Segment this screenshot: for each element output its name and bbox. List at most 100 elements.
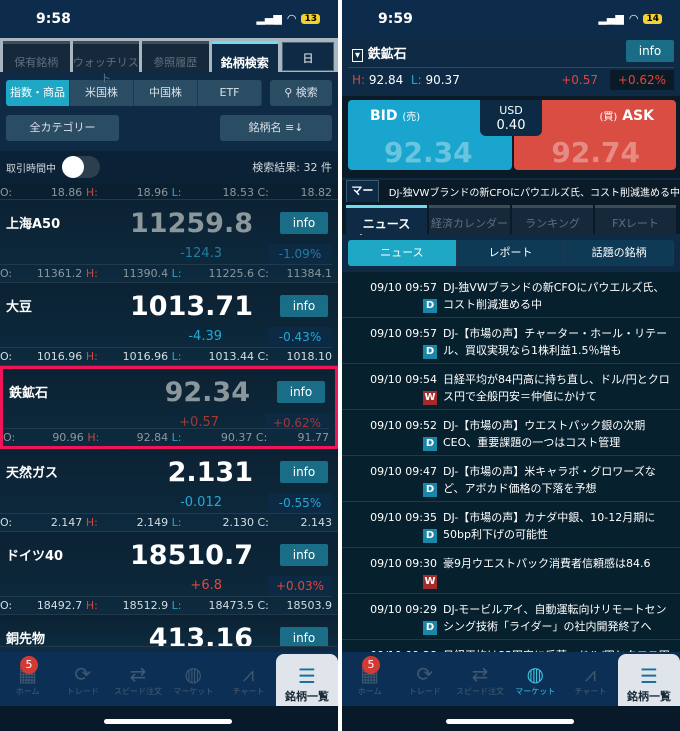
spread-currency: USD xyxy=(499,104,523,117)
info-button[interactable]: info xyxy=(280,627,328,646)
last-price: 1013.71 xyxy=(130,291,253,322)
change-percent: -0.43% xyxy=(268,327,332,347)
tab-label: スピード注文 xyxy=(114,687,162,696)
category-button[interactable]: 全カテゴリー xyxy=(6,115,119,141)
trade-cycle-icon: ⟳ xyxy=(416,662,434,686)
low-value: 18473.5 xyxy=(208,599,255,612)
info-button[interactable]: info xyxy=(280,212,328,234)
open-value: 18492.7 xyxy=(36,599,83,612)
list-search-icon: ☰ xyxy=(640,664,658,688)
news-item[interactable]: 09/10 09:47 D DJ-【市場の声】米キャラボ・グロワーズなど、アボカド価… xyxy=(342,456,680,502)
symbol-name: 上海A50 xyxy=(6,217,61,232)
news-headline: DJ-独VWブランドの新CFOにパウエルズ氏、コスト削減進める中 xyxy=(443,281,665,311)
search-button[interactable]: ⚲ 検索 xyxy=(270,80,332,106)
tab-label: マーケット xyxy=(173,687,214,696)
news-item[interactable]: 09/10 09:57 D DJ-【市場の声】チャーター・ホール・リテール、買収実現… xyxy=(342,318,680,364)
source-badge: D xyxy=(423,345,437,359)
ohlc-row: O: 1016.96 H: 1016.96 L: 1013.44 C: 1018.10 xyxy=(0,347,332,363)
news-headline: DJ-【市場の声】チャーター・ホール・リテール、買収実現なら1株利益1.5％増も xyxy=(443,327,668,357)
segment-index-commodity[interactable]: 指数・商品 xyxy=(6,80,70,106)
close-value: 18503.9 xyxy=(286,599,333,612)
symbol-row[interactable]: 大豆 1013.71 info -4.39 -0.43% O: 1016.96 H:… xyxy=(0,283,338,366)
news-item[interactable]: 09/10 09:35 D DJ-【市場の声】カナダ中銀、10-12月期に50bp利… xyxy=(342,502,680,548)
news-item[interactable]: 09/10 09:52 D DJ-【市場の声】ウエストパック銀の次期CEO、重要課題… xyxy=(342,410,680,456)
subtab-report[interactable]: レポート xyxy=(456,240,566,266)
tab-chart[interactable]: ⩘ チャート xyxy=(221,652,276,706)
tab-label: チャート xyxy=(574,687,607,696)
tab-label: スピード注文 xyxy=(456,687,504,696)
news-headline: DJ-【市場の声】カナダ中銀、10-12月期に50bp利下げの可能性 xyxy=(443,511,656,541)
news-item[interactable]: 09/10 09:29 D DJ-モービルアイ、自動運転向けリモートセンシング技術「… xyxy=(342,594,680,640)
tab-history[interactable]: 参照履歴 xyxy=(142,41,209,72)
news-item[interactable]: 09/10 09:57 D DJ-独VWブランドの新CFOにパウエルズ氏、コスト削減… xyxy=(342,272,680,318)
right-screen: 9:59 ▂▄▆ ◠ 14 ▾ 鉄鉱石 info H: 92.84 L: 90.37… xyxy=(342,0,680,731)
segment-etf[interactable]: ETF xyxy=(198,80,262,106)
tab-symbol-search[interactable]: 銘柄検索 xyxy=(211,41,278,72)
news-headline: DJ-【市場の声】米キャラボ・グロワーズなど、アボカド価格の下落を予想 xyxy=(443,465,656,495)
symbol-name: 鉄鉱石 xyxy=(367,47,407,62)
tab-news[interactable]: ニュース xyxy=(346,205,427,234)
sort-button[interactable]: 銘柄名 ≡↓ xyxy=(220,115,332,141)
tab-globe[interactable]: ◍ マーケット xyxy=(508,652,563,706)
open-label: O: xyxy=(0,267,13,280)
symbol-selector[interactable]: ▾ 鉄鉱石 xyxy=(352,43,407,62)
close-label: C: xyxy=(257,267,269,280)
close-value: 18.82 xyxy=(300,186,333,199)
segment-china-stocks[interactable]: 中国株 xyxy=(134,80,198,106)
tab-list-search[interactable]: ☰ 銘柄一覧 xyxy=(618,654,680,706)
tab-trade-cycle[interactable]: ⟳ トレード xyxy=(55,652,110,706)
tab-home-grid[interactable]: 5 ▦ ホーム xyxy=(0,652,55,706)
info-button[interactable]: info xyxy=(280,544,328,566)
high-value: 2.149 xyxy=(136,516,169,529)
spread: USD 0.40 xyxy=(480,100,542,136)
symbol-row[interactable]: 天然ガス 2.131 info -0.012 -0.55% O: 2.147 H: 2… xyxy=(0,449,338,532)
subtab-trending[interactable]: 話題の銘柄 xyxy=(565,240,674,266)
close-label: C: xyxy=(255,431,268,444)
tab-home-grid[interactable]: 5 ▦ ホーム xyxy=(342,652,397,706)
tab-list-search[interactable]: ☰ 銘柄一覧 xyxy=(276,654,338,706)
status-bar: 9:58 ▂▄▆ ◠ 13 xyxy=(0,0,338,38)
symbol-name: 大豆 xyxy=(6,300,33,315)
source-badge: W xyxy=(423,391,437,405)
tab-watchlist[interactable]: ウォッチリスト xyxy=(72,41,139,85)
symbol-row[interactable]: 上海A50 11259.8 info -124.3 -1.09% O: 11361.… xyxy=(0,200,338,283)
symbol-row[interactable]: ドイツ40 18510.7 info +6.8 +0.03% O: 18492.7 … xyxy=(0,532,338,615)
info-button[interactable]: info xyxy=(626,40,674,62)
symbol-list[interactable]: O: 18.86 H: 18.96 L: 18.53 C: 18.82 上海A50 11… xyxy=(0,183,338,647)
close-value: 91.77 xyxy=(297,431,330,444)
tab-speed-order[interactable]: ⇄ スピード注文 xyxy=(452,652,507,706)
tab-chart[interactable]: ⩘ チャート xyxy=(563,652,618,706)
news-ticker[interactable]: DJ-独VWブランドの新CFOにパウエルズ氏、コスト削減進める中 xyxy=(389,184,680,199)
high-label: H: xyxy=(85,350,98,363)
trading-hours-toggle[interactable] xyxy=(62,156,100,178)
news-item[interactable]: 09/10 09:54 W 日経平均が84円高に持ち直し、ドル/円とクロス円で全般円… xyxy=(342,364,680,410)
globe-icon: ◍ xyxy=(526,662,544,686)
tab-fx-rate[interactable]: FXレート xyxy=(595,205,676,234)
symbol-row[interactable]: 銅先物 413.16 info xyxy=(0,615,338,647)
tab-holdings[interactable]: 保有銘柄 xyxy=(3,41,70,72)
open-value: 1016.96 xyxy=(36,350,83,363)
subtab-news[interactable]: ニュース xyxy=(348,240,457,266)
clock: 9:59 xyxy=(378,11,413,27)
tab-economic-calendar[interactable]: 経済カレンダー xyxy=(429,205,510,234)
open-label: O: xyxy=(0,186,13,199)
symbol-row[interactable]: 鉄鉱石 92.34 info +0.57 +0.62% O: 90.96 H: 92.… xyxy=(0,366,338,449)
high-label: H: xyxy=(87,431,100,444)
speed-order-icon: ⇄ xyxy=(129,662,147,686)
bottom-tab-bar: 5 ▦ ホーム ⟳ トレード ⇄ スピード注文 ◍ マーケット ⩘ チャート ☰ 銘柄一覧 xyxy=(0,652,338,706)
tab-ranking[interactable]: ランキング xyxy=(512,205,593,234)
speed-order-icon: ⇄ xyxy=(471,662,489,686)
source-badge: D xyxy=(423,437,437,451)
info-button[interactable]: info xyxy=(280,295,328,317)
market-tab[interactable]: マーケット xyxy=(346,180,379,237)
tab-globe[interactable]: ◍ マーケット xyxy=(166,652,221,706)
tab-trade-cycle[interactable]: ⟳ トレード xyxy=(397,652,452,706)
news-item[interactable]: 09/10 09:30 W 豪9月ウエストパック消費者信頼感は84.6 xyxy=(342,548,680,594)
tab-label: マーケット xyxy=(515,687,556,696)
day-button[interactable]: 日 xyxy=(282,42,334,71)
news-list[interactable]: 09/10 09:57 D DJ-独VWブランドの新CFOにパウエルズ氏、コスト削減… xyxy=(342,272,680,686)
info-button[interactable]: info xyxy=(277,381,325,403)
tab-speed-order[interactable]: ⇄ スピード注文 xyxy=(110,652,165,706)
wifi-icon: ◠ xyxy=(628,12,639,25)
info-button[interactable]: info xyxy=(280,461,328,483)
